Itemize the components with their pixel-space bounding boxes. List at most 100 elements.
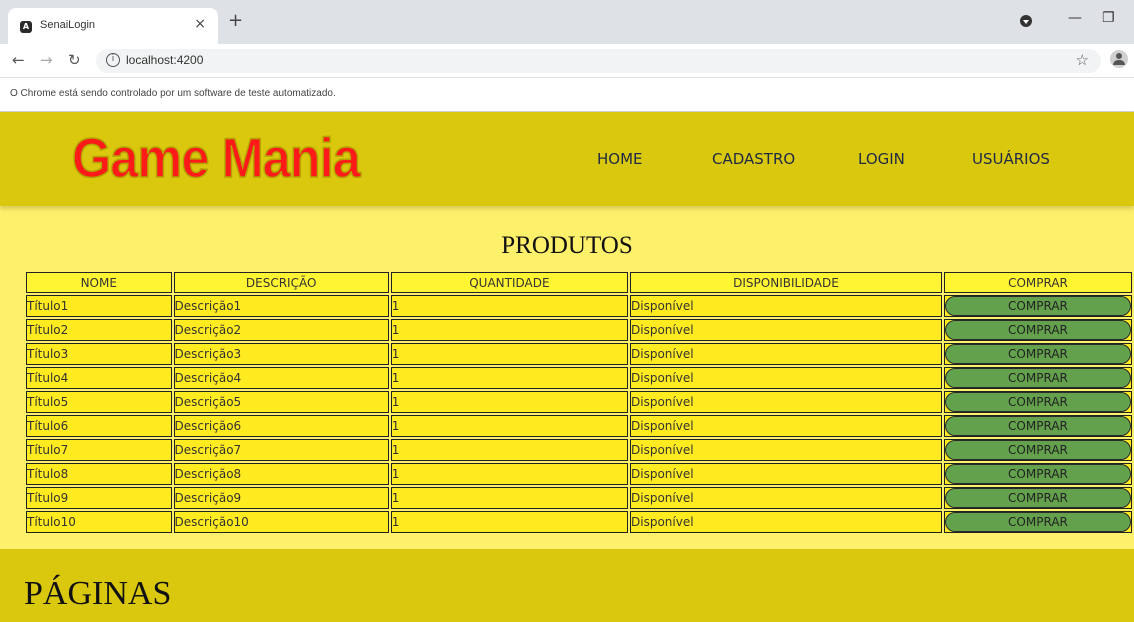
address-bar[interactable]: i localhost:4200 ☆ <box>96 49 1101 73</box>
header-descricao: DESCRIÇÃO <box>173 272 389 293</box>
cell-disponibilidade: Disponível <box>630 511 942 533</box>
minimize-icon[interactable]: — <box>1068 10 1082 26</box>
forward-icon[interactable]: → <box>40 51 53 69</box>
browser-tabstrip: A SenaiLogin × + — ❐ <box>0 0 1134 44</box>
table-row: Título8 Descrição8 1 Disponível COMPRAR <box>26 463 1132 485</box>
buy-button[interactable]: COMPRAR <box>944 296 1131 316</box>
info-icon[interactable]: i <box>106 53 120 67</box>
cell-quantidade: 1 <box>390 487 628 509</box>
page-content: Game Mania HOME CADASTRO LOGIN USUÁRIOS … <box>0 112 1134 622</box>
browser-tab[interactable]: A SenaiLogin × <box>8 8 218 44</box>
table-row: Título6 Descrição6 1 Disponível COMPRAR <box>26 415 1132 437</box>
url-text[interactable]: localhost:4200 <box>126 53 203 67</box>
site-logo[interactable]: Game Mania <box>71 125 361 190</box>
account-icon[interactable] <box>1110 50 1128 68</box>
cell-comprar: COMPRAR <box>943 367 1132 389</box>
cell-quantidade: 1 <box>390 343 628 365</box>
header-quantidade: QUANTIDADE <box>390 272 628 293</box>
browser-toolbar: ← → ↻ i localhost:4200 ☆ <box>0 44 1134 78</box>
header-nome: NOME <box>26 272 172 293</box>
cell-descricao: Descrição9 <box>173 487 389 509</box>
table-row: Título3 Descrição3 1 Disponível COMPRAR <box>26 343 1132 365</box>
cell-quantidade: 1 <box>390 463 628 485</box>
tab-title: SenaiLogin <box>40 19 96 31</box>
cell-disponibilidade: Disponível <box>630 295 942 317</box>
table-row: Título5 Descrição5 1 Disponível COMPRAR <box>26 391 1132 413</box>
profile-icon[interactable] <box>1020 15 1032 27</box>
cell-nome: Título10 <box>26 511 172 533</box>
cell-comprar: COMPRAR <box>943 391 1132 413</box>
cell-nome: Título4 <box>26 367 172 389</box>
table-row: Título4 Descrição4 1 Disponível COMPRAR <box>26 367 1132 389</box>
cell-comprar: COMPRAR <box>943 487 1132 509</box>
buy-button[interactable]: COMPRAR <box>944 344 1131 364</box>
section-title-produtos: PRODUTOS <box>501 232 633 259</box>
cell-quantidade: 1 <box>390 295 628 317</box>
cell-disponibilidade: Disponível <box>630 487 942 509</box>
cell-nome: Título5 <box>26 391 172 413</box>
cell-nome: Título3 <box>26 343 172 365</box>
cell-nome: Título8 <box>26 463 172 485</box>
reload-icon[interactable]: ↻ <box>68 51 81 69</box>
cell-disponibilidade: Disponível <box>630 439 942 461</box>
cell-comprar: COMPRAR <box>943 511 1132 533</box>
star-icon[interactable]: ☆ <box>1076 51 1089 69</box>
cell-nome: Título7 <box>26 439 172 461</box>
cell-nome: Título9 <box>26 487 172 509</box>
cell-descricao: Descrição4 <box>173 367 389 389</box>
cell-descricao: Descrição5 <box>173 391 389 413</box>
header-disponibilidade: DISPONIBILIDADE <box>630 272 942 293</box>
cell-descricao: Descrição1 <box>173 295 389 317</box>
cell-disponibilidade: Disponível <box>630 391 942 413</box>
products-table: NOME DESCRIÇÃO QUANTIDADE DISPONIBILIDAD… <box>24 270 1134 535</box>
table-row: Título1 Descrição1 1 Disponível COMPRAR <box>26 295 1132 317</box>
nav-home[interactable]: HOME <box>597 150 643 168</box>
cell-nome: Título1 <box>26 295 172 317</box>
cell-comprar: COMPRAR <box>943 439 1132 461</box>
header-comprar: COMPRAR <box>943 272 1132 293</box>
buy-button[interactable]: COMPRAR <box>944 512 1131 532</box>
nav-usuarios[interactable]: USUÁRIOS <box>972 150 1050 168</box>
cell-descricao: Descrição6 <box>173 415 389 437</box>
pages-title: PÁGINAS <box>24 575 172 612</box>
back-icon[interactable]: ← <box>12 51 25 69</box>
automation-infobar: O Chrome está sendo controlado por um so… <box>0 78 1134 112</box>
cell-nome: Título6 <box>26 415 172 437</box>
cell-descricao: Descrição3 <box>173 343 389 365</box>
cell-comprar: COMPRAR <box>943 415 1132 437</box>
new-tab-button[interactable]: + <box>228 12 243 30</box>
cell-descricao: Descrição8 <box>173 463 389 485</box>
infobar-text: O Chrome está sendo controlado por um so… <box>10 88 336 99</box>
cell-comprar: COMPRAR <box>943 463 1132 485</box>
nav-login[interactable]: LOGIN <box>858 150 905 168</box>
table-header-row: NOME DESCRIÇÃO QUANTIDADE DISPONIBILIDAD… <box>26 272 1132 293</box>
site-header: Game Mania HOME CADASTRO LOGIN USUÁRIOS <box>0 112 1134 206</box>
table-row: Título7 Descrição7 1 Disponível COMPRAR <box>26 439 1132 461</box>
cell-quantidade: 1 <box>390 511 628 533</box>
buy-button[interactable]: COMPRAR <box>944 392 1131 412</box>
cell-disponibilidade: Disponível <box>630 343 942 365</box>
buy-button[interactable]: COMPRAR <box>944 440 1131 460</box>
cell-descricao: Descrição2 <box>173 319 389 341</box>
cell-descricao: Descrição7 <box>173 439 389 461</box>
table-row: Título2 Descrição2 1 Disponível COMPRAR <box>26 319 1132 341</box>
cell-comprar: COMPRAR <box>943 319 1132 341</box>
cell-disponibilidade: Disponível <box>630 367 942 389</box>
nav-cadastro[interactable]: CADASTRO <box>712 150 795 168</box>
buy-button[interactable]: COMPRAR <box>944 368 1131 388</box>
buy-button[interactable]: COMPRAR <box>944 416 1131 436</box>
buy-button[interactable]: COMPRAR <box>944 320 1131 340</box>
cell-descricao: Descrição10 <box>173 511 389 533</box>
cell-nome: Título2 <box>26 319 172 341</box>
cell-disponibilidade: Disponível <box>630 415 942 437</box>
cell-quantidade: 1 <box>390 391 628 413</box>
cell-comprar: COMPRAR <box>943 343 1132 365</box>
buy-button[interactable]: COMPRAR <box>944 488 1131 508</box>
cell-quantidade: 1 <box>390 439 628 461</box>
cell-quantidade: 1 <box>390 367 628 389</box>
restore-icon[interactable]: ❐ <box>1102 10 1115 26</box>
tab-close-icon[interactable]: × <box>194 16 206 32</box>
cell-quantidade: 1 <box>390 415 628 437</box>
buy-button[interactable]: COMPRAR <box>944 464 1131 484</box>
angular-favicon-icon: A <box>20 21 32 33</box>
